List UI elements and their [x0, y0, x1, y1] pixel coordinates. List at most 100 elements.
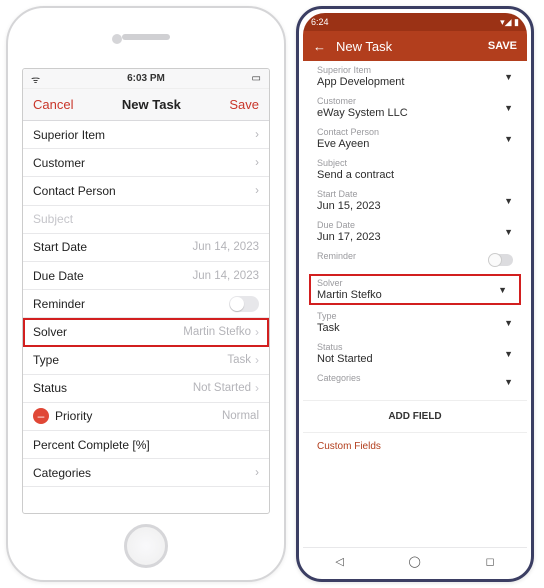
remove-icon[interactable]: – [33, 408, 49, 424]
save-button[interactable]: Save [229, 97, 259, 112]
android-header: ← New Task SAVE [303, 31, 527, 61]
ios-header: Cancel New Task Save [23, 89, 269, 121]
home-button[interactable] [124, 524, 168, 568]
label: Subject [317, 158, 513, 168]
caret-down-icon: ▼ [504, 349, 513, 359]
page-title: New Task [336, 39, 478, 54]
row-start-date[interactable]: Start Date Jun 14, 2023 [23, 234, 269, 262]
label: Solver [317, 278, 513, 288]
field-solver[interactable]: Solver Martin Stefko ▼ [309, 274, 521, 305]
chevron-right-icon: › [255, 185, 259, 197]
page-title: New Task [122, 97, 181, 112]
value: Task› [227, 353, 259, 367]
label: –Priority [33, 408, 92, 424]
value: Eve Ayeen [317, 138, 513, 150]
row-contact-person[interactable]: Contact Person › [23, 177, 269, 205]
field-superior-item[interactable]: Superior Item App Development ▼ [303, 61, 527, 92]
row-solver[interactable]: Solver Martin Stefko› [23, 318, 269, 346]
label: Superior Item [33, 128, 105, 142]
caret-down-icon: ▼ [504, 377, 513, 387]
field-categories[interactable]: Categories ▼ [303, 369, 527, 394]
caret-down-icon: ▼ [504, 134, 513, 144]
field-contact-person[interactable]: Contact Person Eve Ayeen ▼ [303, 123, 527, 154]
chevron-right-icon: › [255, 129, 259, 141]
row-customer[interactable]: Customer › [23, 149, 269, 177]
caret-down-icon: ▼ [504, 227, 513, 237]
label: Customer [317, 96, 513, 106]
value: Not Started [317, 353, 513, 365]
nav-recent-icon[interactable]: ◻ [486, 555, 495, 568]
label: Due Date [33, 269, 84, 283]
reminder-toggle[interactable] [489, 254, 513, 266]
field-customer[interactable]: Customer eWay System LLC ▼ [303, 92, 527, 123]
subject-placeholder: Subject [33, 212, 73, 226]
label: Status [33, 381, 67, 395]
field-reminder[interactable]: Reminder [303, 247, 527, 272]
value: Send a contract [317, 169, 513, 181]
android-form: Superior Item App Development ▼ Customer… [303, 61, 527, 547]
custom-fields-link[interactable]: Custom Fields [303, 433, 527, 464]
field-subject[interactable]: Subject Send a contract [303, 154, 527, 185]
label: Status [317, 342, 513, 352]
add-field-button[interactable]: ADD FIELD [303, 400, 527, 433]
row-categories[interactable]: Categories › [23, 459, 269, 487]
iphone-device: ᯤ 6:03 PM ▭ Cancel New Task Save Superio… [6, 6, 286, 582]
label: Categories [317, 373, 513, 383]
label: Type [317, 311, 513, 321]
label: Customer [33, 156, 85, 170]
label: Solver [33, 325, 67, 339]
chevron-right-icon: › [255, 157, 259, 169]
caret-down-icon: ▼ [504, 318, 513, 328]
iphone-screen: ᯤ 6:03 PM ▭ Cancel New Task Save Superio… [22, 68, 270, 514]
field-start-date[interactable]: Start Date Jun 15, 2023 ▼ [303, 185, 527, 216]
value: Jun 17, 2023 [317, 231, 513, 243]
row-priority[interactable]: –Priority Normal [23, 403, 269, 431]
chevron-right-icon: › [255, 325, 259, 339]
cancel-button[interactable]: Cancel [33, 97, 73, 112]
label: Superior Item [317, 65, 513, 75]
back-icon[interactable]: ← [313, 39, 326, 54]
ios-status-bar: ᯤ 6:03 PM ▭ [23, 69, 269, 89]
row-superior-item[interactable]: Superior Item › [23, 121, 269, 149]
label: Reminder [33, 297, 85, 311]
row-status[interactable]: Status Not Started› [23, 375, 269, 403]
value: eWay System LLC [317, 107, 513, 119]
caret-down-icon: ▼ [504, 103, 513, 113]
android-nav-bar: ◁ ◯ ◻ [303, 547, 527, 575]
value: Not Started› [193, 381, 259, 395]
value: Jun 14, 2023 [192, 270, 259, 282]
nav-home-icon[interactable]: ◯ [409, 555, 421, 568]
row-reminder[interactable]: Reminder [23, 290, 269, 318]
label: Reminder [317, 251, 513, 261]
chevron-right-icon: › [255, 467, 259, 479]
label: Start Date [33, 240, 87, 254]
chevron-right-icon: › [255, 381, 259, 395]
field-due-date[interactable]: Due Date Jun 17, 2023 ▼ [303, 216, 527, 247]
chevron-right-icon: › [255, 353, 259, 367]
save-button[interactable]: SAVE [488, 40, 517, 52]
label: Due Date [317, 220, 513, 230]
status-time: 6:24 [311, 17, 329, 27]
field-status[interactable]: Status Not Started ▼ [303, 338, 527, 369]
speaker-grille [122, 34, 170, 40]
value: Jun 14, 2023 [192, 241, 259, 253]
label: Start Date [317, 189, 513, 199]
status-icons: ▾◢ ▮ [500, 17, 519, 28]
ios-form-list: Superior Item › Customer › Contact Perso… [23, 121, 269, 513]
row-subject[interactable]: Subject [23, 206, 269, 234]
value: Martin Stefko [317, 289, 513, 301]
row-due-date[interactable]: Due Date Jun 14, 2023 [23, 262, 269, 290]
row-percent-complete[interactable]: Percent Complete [%] [23, 431, 269, 459]
label: Categories [33, 466, 91, 480]
value: Normal [222, 410, 259, 422]
reminder-toggle[interactable] [229, 296, 259, 312]
nav-back-icon[interactable]: ◁ [335, 555, 343, 568]
value: Task [317, 322, 513, 334]
field-type[interactable]: Type Task ▼ [303, 307, 527, 338]
row-type[interactable]: Type Task› [23, 347, 269, 375]
android-device: 6:24 ▾◢ ▮ ← New Task SAVE Superior Item … [296, 6, 534, 582]
label: Contact Person [33, 184, 116, 198]
value: Martin Stefko› [183, 325, 259, 339]
value: App Development [317, 76, 513, 88]
label: Type [33, 353, 59, 367]
